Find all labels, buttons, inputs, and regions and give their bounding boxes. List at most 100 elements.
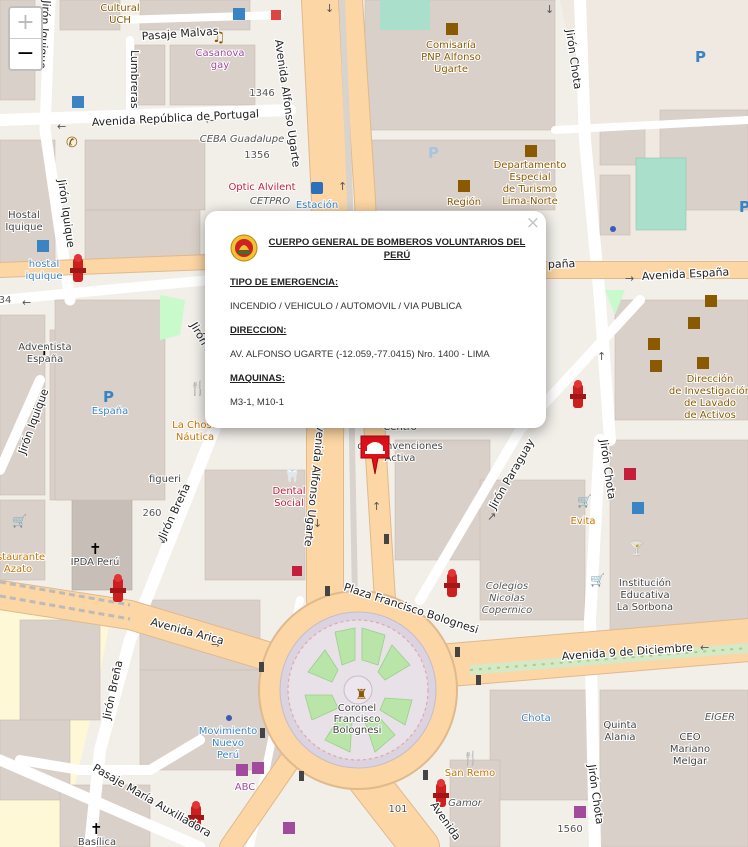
emergency-type-value: INCENDIO / VEHICULO / AUTOMOVIL / VIA PU… [230,301,462,312]
svg-text:←: ← [22,296,31,309]
poi-label: Mariano [670,744,710,755]
address-value: AV. ALFONSO UGARTE (-12.059,-77.0415) Nr… [230,349,490,360]
poi-label: hostal [29,259,60,270]
poi-label: ABC [235,782,256,793]
poi-label: Departamento [494,160,567,171]
poi-label: Lima-Norte [502,196,558,207]
hospital-icon [624,468,636,480]
hotel-icon [37,240,49,252]
zoom-control: + − [8,6,43,71]
zoom-out-button[interactable]: − [10,39,41,69]
parking-icon: P [739,198,748,216]
poi-label: CEBA Guadalupe [200,134,285,145]
street-label: Lumbreras [128,50,141,109]
poi-label: de Turismo [503,184,558,195]
poi-label: Ugarte [434,64,468,75]
poi-label: de Activos [684,410,736,421]
house-number: 1346 [249,88,274,99]
shop-icon [271,10,281,20]
poi-label: Optic Alvilent [228,182,295,193]
poi-label: Región [447,196,481,208]
poi-label: Estación [296,199,338,211]
poi-label: Melgar [673,756,708,767]
poi-label: Institución [619,577,671,589]
library-icon [72,96,84,108]
svg-text:↑: ↑ [597,350,606,363]
popup-close-button[interactable]: × [526,213,540,233]
house-number: 1356 [244,150,269,161]
poi-label: Colegios [486,581,529,592]
parking-icon: P [428,144,439,162]
shop-icon [252,762,264,774]
house-number: 1560 [557,824,582,835]
poi-label: Movimiento [199,726,258,737]
poi-label: Basílica [78,836,116,847]
poi-label: Adventista [18,342,71,353]
fire-department-logo-icon [230,234,258,262]
svg-text:←: ← [57,120,66,133]
shop-icon: 🛒 [590,573,605,587]
zoom-in-button[interactable]: + [10,8,41,39]
government-icon [650,360,662,372]
pharmacy-icon [292,566,302,576]
poi-label: Coronel [338,703,376,714]
poi-label: Hostal [8,210,40,221]
poi-label: Iquique [5,222,42,233]
government-icon [697,357,709,369]
government-icon [688,317,700,329]
restaurant-icon: 🍴 [189,380,206,397]
cinema-icon [236,764,248,776]
emergency-marker[interactable] [358,428,392,476]
phone-icon: ✆ [66,135,78,151]
church-icon: ✝ [90,820,103,838]
poi-label: Alania [605,732,636,743]
svg-text:↑: ↑ [338,180,347,193]
shop-icon [574,806,586,818]
bus-station-icon [311,182,323,194]
house-number: 34 [0,295,11,306]
poi-label: IPDA Perú [71,556,120,568]
svg-text:↓: ↓ [545,3,554,16]
poi-label: de Investigación [669,385,748,397]
poi-label: Gamor [448,798,483,809]
poi-label: Copernico [482,605,532,616]
police-icon [446,23,458,35]
house-number: 260 [142,508,161,519]
poi-label: PNP Alfonso [421,52,481,63]
poi-label: Bolognesi [333,725,382,736]
poi-label: de Lavado [684,398,736,409]
dentist-icon: 🦷 [284,468,300,484]
poi-label: Comisaría [426,39,476,51]
poi-label: Cultural [100,3,139,14]
address-label: DIRECCION: [230,325,287,336]
poi-label: Náutica [176,431,214,443]
government-icon [525,145,537,157]
poi-label: figueri [149,474,181,485]
poi-label: Educativa [620,590,669,601]
svg-text:↗: ↗ [487,510,496,523]
poi-label: Nicolas [489,593,525,604]
poi-label: Chota [521,713,551,724]
poi-label: España [27,354,63,365]
emergency-type-label: TIPO DE EMERGENCIA: [230,277,339,288]
parking-icon: P [695,48,706,66]
poi-label: EIGER [705,712,735,723]
shop-icon: 🛒 [577,494,592,508]
poi-label: CEO [679,732,700,743]
restaurant-icon: 🍴 [462,750,479,767]
parking-icon: P [103,388,114,406]
popup-title: CUERPO GENERAL DE BOMBEROS VOLUNTARIOS D… [268,237,526,261]
machines-label: MAQUINAS: [230,373,285,384]
svg-text:↑: ↑ [372,500,381,513]
poi-label: gay [211,60,229,71]
poi-label: Azato [4,564,32,575]
bar-icon: 🍸 [628,539,645,557]
svg-text:→: → [625,272,634,285]
house-number: 101 [388,804,407,815]
government-icon [705,295,717,307]
poi-label: Casanova [196,48,245,59]
svg-text:↓: ↓ [325,2,334,15]
poi-label: Evita [570,516,595,527]
poi-label: estaurante [0,552,45,563]
emergency-popup: × CUERPO GENERAL DE BOMBEROS VOLUNTARIOS… [205,211,546,428]
